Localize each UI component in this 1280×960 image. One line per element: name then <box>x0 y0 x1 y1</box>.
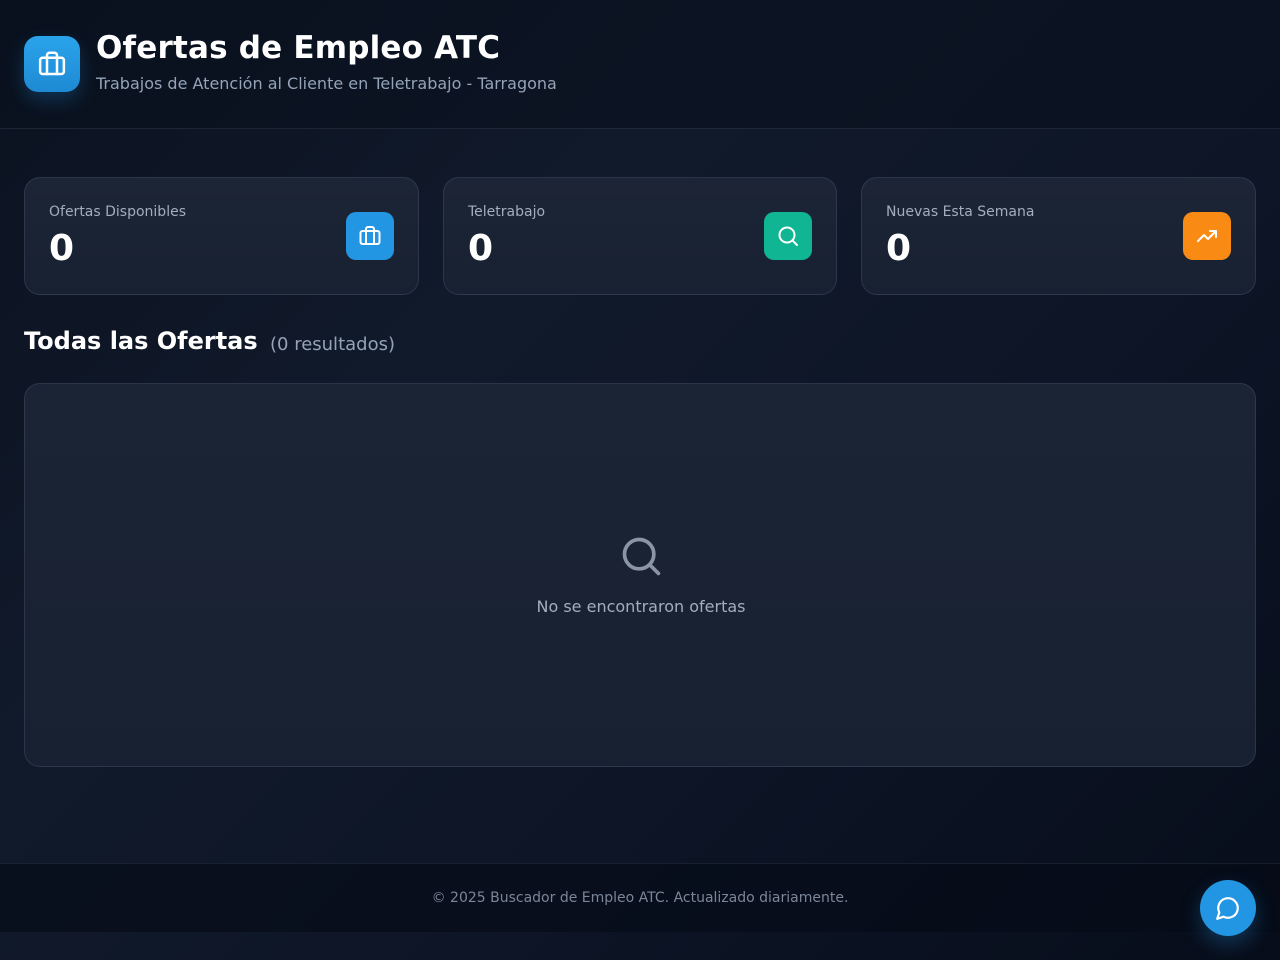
empty-state-message: No se encontraron ofertas <box>536 597 746 616</box>
footer-text: © 2025 Buscador de Empleo ATC. Actualiza… <box>431 890 849 906</box>
stat-card-available: Ofertas Disponibles 0 <box>24 177 419 295</box>
app-subtitle: Trabajos de Atención al Cliente en Telet… <box>96 74 557 93</box>
stat-value: 0 <box>49 228 75 269</box>
results-title: Todas las Ofertas <box>24 327 258 355</box>
trending-up-icon <box>1183 212 1231 260</box>
stat-label: Nuevas Esta Semana <box>886 204 1035 220</box>
stat-value: 0 <box>886 228 912 269</box>
stat-card-remote: Teletrabajo 0 <box>443 177 837 295</box>
briefcase-icon <box>346 212 394 260</box>
page: Ofertas de Empleo ATC Trabajos de Atenci… <box>0 0 1280 960</box>
results-panel: No se encontraron ofertas <box>24 383 1256 767</box>
stat-label: Ofertas Disponibles <box>49 204 186 220</box>
app-header: Ofertas de Empleo ATC Trabajos de Atenci… <box>0 0 1280 129</box>
results-count: (0 resultados) <box>270 334 395 355</box>
stat-card-new-this-week: Nuevas Esta Semana 0 <box>861 177 1256 295</box>
search-icon <box>764 212 812 260</box>
search-icon <box>619 534 663 578</box>
briefcase-icon <box>24 36 80 92</box>
stat-label: Teletrabajo <box>468 204 546 220</box>
app-footer: © 2025 Buscador de Empleo ATC. Actualiza… <box>0 863 1280 932</box>
stat-value: 0 <box>468 228 494 269</box>
chat-bubble-icon <box>1215 895 1241 921</box>
app-title: Ofertas de Empleo ATC <box>96 30 501 66</box>
chat-button[interactable] <box>1200 880 1256 936</box>
